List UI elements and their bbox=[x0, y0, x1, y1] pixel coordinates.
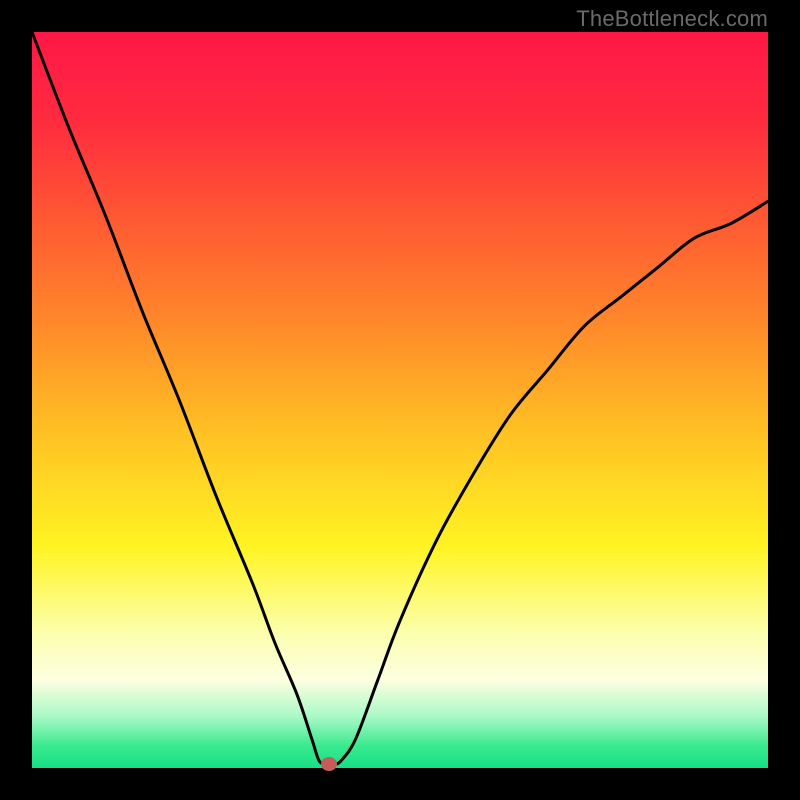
watermark-text: TheBottleneck.com bbox=[576, 6, 768, 32]
chart-frame: TheBottleneck.com bbox=[0, 0, 800, 800]
bottleneck-curve bbox=[32, 32, 768, 765]
curve-layer bbox=[32, 32, 768, 768]
plot-area bbox=[32, 32, 768, 768]
marker-dot bbox=[321, 757, 337, 771]
